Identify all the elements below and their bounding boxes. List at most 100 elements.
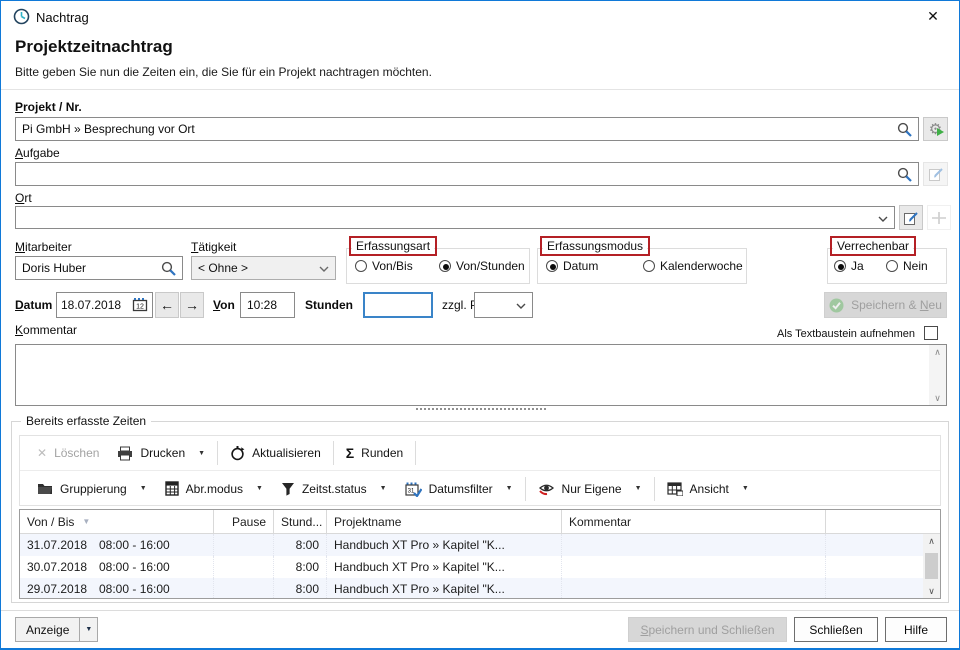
anzeige-dropdown[interactable]: ▼ (80, 617, 98, 642)
caret-down-icon[interactable]: ▼ (380, 485, 387, 492)
clock-icon (13, 8, 30, 28)
col-kommentar[interactable]: Kommentar (562, 510, 826, 533)
search-icon[interactable] (161, 261, 177, 280)
calendar-icon[interactable]: 12 (132, 296, 148, 315)
runden-button[interactable]: Σ Runden (337, 439, 412, 467)
caret-down-icon[interactable]: ▼ (140, 485, 147, 492)
table-view-icon (667, 482, 683, 496)
search-icon[interactable] (897, 122, 913, 141)
toolbar-separator (333, 441, 334, 465)
caret-down-icon[interactable]: ▼ (256, 485, 263, 492)
eye-icon (538, 482, 555, 496)
toolbar-separator (415, 441, 416, 465)
textbaustein-label: Als Textbaustein aufnehmen (693, 328, 915, 340)
close-icon[interactable]: ✕ (919, 5, 947, 27)
note-edit-icon (903, 210, 919, 226)
ort-edit-button[interactable] (899, 205, 923, 230)
radio-icon (886, 260, 898, 272)
splitter-handle[interactable] (416, 408, 546, 410)
ansicht-button[interactable]: Ansicht ▼ (658, 475, 758, 503)
radio-von-stunden[interactable]: Von/Stunden (439, 259, 525, 273)
kommentar-textarea[interactable]: ∧ ∨ (15, 344, 947, 406)
col-von-bis[interactable]: Von / Bis ▼ (20, 510, 214, 533)
next-day-button[interactable]: → (180, 292, 204, 318)
scroll-up-icon[interactable]: ∧ (928, 534, 935, 548)
radio-ja[interactable]: Ja (834, 259, 864, 273)
hilfe-button[interactable]: Hilfe (885, 617, 947, 642)
radio-icon (643, 260, 655, 272)
radio-icon (355, 260, 367, 272)
radio-kalenderwoche[interactable]: Kalenderwoche (643, 259, 743, 273)
caret-down-icon[interactable]: ▼ (506, 485, 513, 492)
scrollbar-thumb[interactable] (925, 553, 938, 579)
scroll-up-icon[interactable]: ∧ (934, 345, 941, 359)
toolbar-filters: Gruppierung ▼ Abr.modus ▼ Zeitst.status … (20, 471, 940, 506)
taetigkeit-value: < Ohne > (198, 261, 248, 275)
scroll-down-icon[interactable]: ∨ (934, 391, 941, 405)
radio-datum[interactable]: Datum (546, 259, 598, 273)
pause-combobox[interactable] (474, 292, 533, 318)
col-pause[interactable]: Pause (214, 510, 274, 533)
gruppierung-button[interactable]: Gruppierung ▼ (28, 475, 156, 503)
mitarbeiter-input[interactable] (15, 256, 183, 280)
prev-day-button[interactable]: ← (155, 292, 179, 318)
stunden-label: Stunden (305, 298, 353, 312)
stunden-input[interactable] (363, 292, 433, 318)
erfassungsmodus-label: Erfassungsmodus (543, 239, 647, 253)
datum-value: 18.07.2018 (61, 298, 121, 312)
col-stunden[interactable]: Stund... (274, 510, 327, 533)
aufgabe-input[interactable] (15, 162, 919, 186)
table-scrollbar[interactable]: ∧ ∨ (923, 534, 940, 598)
datumsfilter-button[interactable]: 31 Datumsfilter ▼ (396, 475, 522, 503)
anzeige-button[interactable]: Anzeige (15, 617, 80, 642)
anzeige-splitbutton[interactable]: Anzeige ▼ (15, 617, 98, 642)
datum-label: Datum (15, 298, 52, 312)
nureigene-button[interactable]: Nur Eigene ▼ (529, 475, 651, 503)
schliessen-button[interactable]: Schließen (794, 617, 878, 642)
project-wizard-button[interactable]: ⚙ (923, 117, 948, 141)
zeiten-toolbar-panel: ✕ Löschen Drucken ▼ Aktualisieren Σ Rund… (19, 435, 941, 506)
datum-field[interactable]: 18.07.2018 12 (56, 292, 153, 318)
loeschen-button[interactable]: ✕ Löschen (28, 439, 108, 467)
toolbar-separator (525, 477, 526, 501)
radio-von-bis[interactable]: Von/Bis (355, 259, 413, 273)
abrmodus-button[interactable]: Abr.modus ▼ (156, 475, 272, 503)
radio-nein[interactable]: Nein (886, 259, 928, 273)
drucken-button[interactable]: Drucken ▼ (108, 439, 214, 467)
caret-down-icon: ▼ (85, 626, 92, 633)
taetigkeit-combobox[interactable]: < Ohne > (191, 256, 336, 280)
scroll-down-icon[interactable]: ∨ (928, 584, 935, 598)
radio-checked-icon (834, 260, 846, 272)
aufgabe-edit-button[interactable] (923, 162, 948, 186)
caret-down-icon[interactable]: ▼ (742, 485, 749, 492)
verrechenbar-group: Verrechenbar Ja Nein (827, 248, 947, 284)
kommentar-scrollbar[interactable]: ∧ ∨ (929, 345, 946, 405)
table-row[interactable]: 31.07.201808:00 - 16:00 8:00 Handbuch XT… (20, 534, 940, 556)
ort-combobox[interactable] (15, 206, 895, 229)
caret-down-icon[interactable]: ▼ (635, 485, 642, 492)
caret-down-icon[interactable]: ▼ (198, 450, 205, 457)
textbaustein-checkbox[interactable] (924, 326, 938, 340)
table-row[interactable]: 29.07.201808:00 - 16:00 8:00 Handbuch XT… (20, 578, 940, 599)
von-input[interactable] (240, 292, 295, 318)
toolbar-actions: ✕ Löschen Drucken ▼ Aktualisieren Σ Rund… (20, 436, 940, 471)
ort-label: Ort (15, 191, 32, 205)
zeiten-table: Von / Bis ▼ Pause Stund... Projektname K… (19, 509, 941, 599)
chevron-down-icon (878, 211, 888, 225)
table-row[interactable]: 30.07.201808:00 - 16:00 8:00 Handbuch XT… (20, 556, 940, 578)
calculator-icon (165, 481, 179, 496)
aktualisieren-button[interactable]: Aktualisieren (221, 439, 330, 467)
search-icon[interactable] (897, 167, 913, 186)
projekt-input[interactable] (15, 117, 919, 141)
ort-tree-button[interactable] (927, 205, 951, 230)
arrow-right-icon: → (185, 297, 199, 313)
zeitststatus-button[interactable]: Zeitst.status ▼ (272, 475, 396, 503)
speichern-schliessen-button[interactable]: Speichern und Schließen (628, 617, 787, 642)
aufgabe-label: Aufgabe (15, 146, 60, 160)
mitarbeiter-label: Mitarbeiter (15, 240, 72, 254)
footer-divider (1, 610, 959, 611)
stopwatch-icon (230, 445, 245, 461)
speichern-neu-button[interactable]: Speichern & Neu (824, 292, 947, 318)
toolbar-separator (654, 477, 655, 501)
col-projektname[interactable]: Projektname (327, 510, 562, 533)
